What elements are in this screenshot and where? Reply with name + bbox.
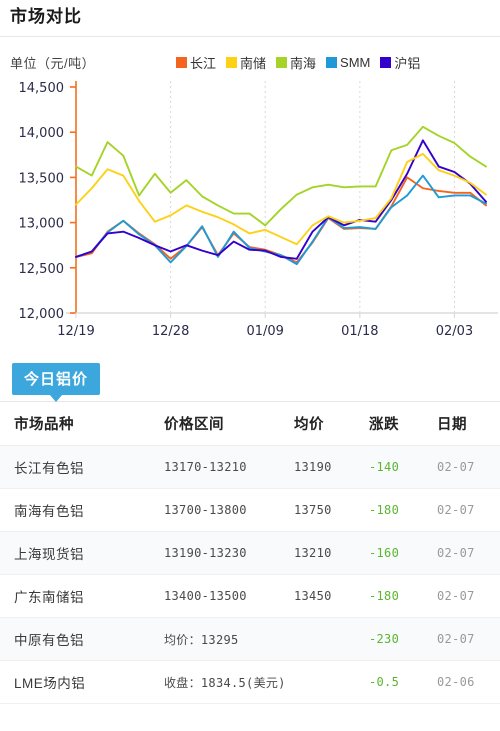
today-aluminum-price-table: 市场品种 价格区间 均价 涨跌 日期 长江有色铝 13170-13210 13190… — [0, 401, 500, 704]
table-row[interactable]: 上海现货铝 13190-13230 13210 -160 02-07 — [0, 531, 500, 575]
cell-variety: 长江有色铝 — [0, 445, 164, 489]
column-header-date: 日期 — [437, 401, 500, 446]
cell-average — [294, 617, 369, 661]
chart-y-tick-label-3: 13,500 — [19, 171, 65, 186]
cell-range: 13400-13500 — [164, 574, 294, 618]
table-body: 长江有色铝 13170-13210 13190 -140 02-07 南海有色铝 13700… — [0, 445, 500, 704]
legend-swatch-icon — [326, 57, 338, 68]
page-title: 市场对比 — [0, 0, 500, 37]
cell-average: 13190 — [294, 445, 369, 489]
cell-average: 13750 — [294, 488, 369, 532]
chart-series-line-南储 — [75, 152, 487, 246]
table-row[interactable]: 中原有色铝 均价：13295 -230 02-07 — [0, 617, 500, 661]
column-header-variety: 市场品种 — [0, 401, 164, 446]
cell-change: -0.5 — [369, 660, 437, 704]
table-row[interactable]: 广东南储铝 13400-13500 13450 -180 02-07 — [0, 574, 500, 618]
cell-range: 13190-13230 — [164, 531, 294, 575]
market-comparison-chart: 单位（元/吨） 长江 南储 南海 SMM 沪铝 12,000 12,500 13,000 13… — [0, 37, 500, 357]
legend-swatch-icon — [226, 57, 238, 68]
legend-label: 长江 — [190, 56, 217, 71]
cell-date: 02-07 — [437, 574, 500, 618]
legend-item-1[interactable]: 南储 — [226, 53, 266, 72]
legend-swatch-icon — [276, 57, 288, 68]
cell-change: -180 — [369, 574, 437, 618]
chart-x-tick-label-4: 02/03 — [436, 324, 473, 339]
cell-date: 02-07 — [437, 531, 500, 575]
cell-date: 02-07 — [437, 445, 500, 489]
cell-average: 13210 — [294, 531, 369, 575]
legend-label: 南海 — [290, 56, 317, 71]
cell-variety: 南海有色铝 — [0, 488, 164, 532]
cell-range: 13700-13800 — [164, 488, 294, 532]
chart-x-tick-label-1: 12/28 — [152, 324, 189, 339]
cell-variety: 广东南储铝 — [0, 574, 164, 618]
chart-svg: 12,000 12,500 13,000 13,500 14,000 14,500 12/1… — [19, 81, 498, 339]
legend-item-0[interactable]: 长江 — [176, 53, 216, 72]
chart-y-tick-label-1: 12,500 — [19, 262, 65, 277]
cell-change: -140 — [369, 445, 437, 489]
legend-swatch-icon — [176, 57, 187, 68]
cell-date: 02-07 — [437, 617, 500, 661]
chart-y-tick-label-5: 14,500 — [19, 81, 65, 96]
cell-variety: 中原有色铝 — [0, 617, 164, 661]
chart-y-tick-label-0: 12,000 — [19, 307, 65, 322]
cell-average: 13450 — [294, 574, 369, 618]
cell-date: 02-07 — [437, 488, 500, 532]
cell-change: -160 — [369, 531, 437, 575]
chart-legend: 长江 南储 南海 SMM 沪铝 — [176, 53, 420, 72]
legend-swatch-icon — [380, 57, 392, 68]
chart-plot-area: 12,000 12,500 13,000 13,500 14,000 14,500 12/1… — [0, 75, 500, 357]
tab-today-aluminum-price[interactable]: 今日铝价 — [12, 363, 101, 402]
legend-item-4[interactable]: 沪铝 — [380, 53, 420, 72]
cell-range: 收盘：1834.5(美元) — [164, 660, 294, 704]
cell-change: -180 — [369, 488, 437, 532]
cell-date: 02-06 — [437, 660, 500, 704]
legend-label: 沪铝 — [394, 56, 421, 71]
cell-variety: LME场内铝 — [0, 660, 164, 704]
chart-x-tick-label-0: 12/19 — [57, 324, 94, 339]
table-header-row: 市场品种 价格区间 均价 涨跌 日期 — [0, 401, 500, 446]
today-price-tab-row: 今日铝价 — [0, 357, 500, 402]
table-row[interactable]: 南海有色铝 13700-13800 13750 -180 02-07 — [0, 488, 500, 532]
cell-range: 均价：13295 — [164, 617, 294, 661]
legend-label: 南储 — [240, 56, 267, 71]
cell-average — [294, 660, 369, 704]
cell-variety: 上海现货铝 — [0, 531, 164, 575]
chart-x-tick-label-2: 01/09 — [246, 324, 283, 339]
legend-item-3[interactable]: SMM — [326, 55, 370, 70]
chart-x-tick-label-3: 01/18 — [341, 324, 378, 339]
column-header-range: 价格区间 — [164, 401, 294, 446]
table-row[interactable]: LME场内铝 收盘：1834.5(美元) -0.5 02-06 — [0, 660, 500, 704]
chart-y-tick-label-4: 14,000 — [19, 126, 65, 141]
column-header-change: 涨跌 — [369, 401, 437, 446]
table-row[interactable]: 长江有色铝 13170-13210 13190 -140 02-07 — [0, 445, 500, 489]
chart-unit-label: 单位（元/吨） — [10, 56, 96, 71]
cell-change: -230 — [369, 617, 437, 661]
legend-label: SMM — [340, 55, 371, 70]
table-head: 市场品种 价格区间 均价 涨跌 日期 — [0, 401, 500, 446]
column-header-average: 均价 — [294, 401, 369, 446]
cell-range: 13170-13210 — [164, 445, 294, 489]
chart-y-tick-label-2: 13,000 — [19, 217, 65, 232]
legend-item-2[interactable]: 南海 — [276, 53, 316, 72]
